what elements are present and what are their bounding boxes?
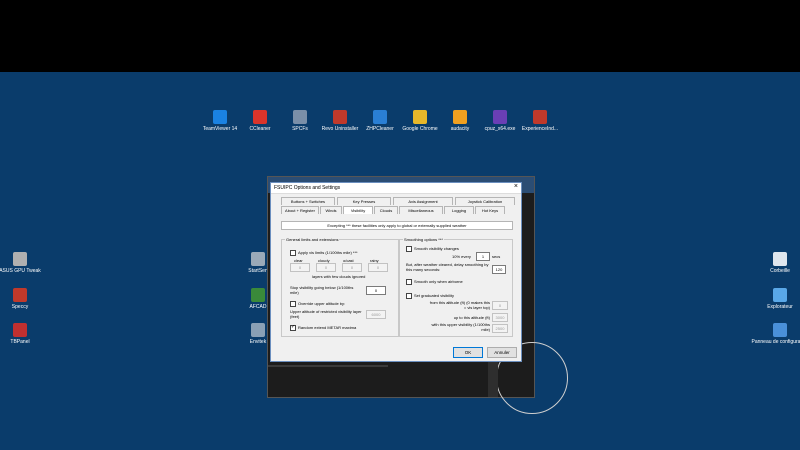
tab-joystick-calibration[interactable]: Joystick Calibration [455,197,515,205]
desktop-icon-left-1[interactable]: Speccy [0,288,50,310]
desktop-icon-label: ExperienceInd... [521,126,559,132]
upper-alt-label: Upper altitude of restricted visibility … [290,309,362,319]
desktop-icon-right-0[interactable]: Corbeille [750,252,800,274]
control-panel-icon [773,323,787,337]
desktop-icon-label: Corbeille [770,268,790,274]
from-alt-input[interactable]: 0 [492,301,508,310]
override-checkbox[interactable] [290,301,296,307]
tab-key-presses[interactable]: Key Presses [337,197,391,205]
smooth-changes-checkbox[interactable] [406,246,412,252]
chrome-icon [413,110,427,124]
teamviewer-icon [213,110,227,124]
general-limits-title: General limits and extensions [285,237,340,242]
delay-label: But, after weather cleared, delay smooth… [406,262,489,272]
graduated-checkbox[interactable] [406,293,412,299]
tab-hot-keys[interactable]: Hot Keys [475,206,505,214]
ccleaner-icon [253,110,267,124]
asus-gpu-icon [13,252,27,266]
stop-vis-input[interactable]: 0 [366,286,386,295]
audacity-icon [453,110,467,124]
dialog-title: FSUIPC Options and Settings [274,185,341,191]
desktop-icon-label: TBPanel [10,339,30,345]
random-metar-label: Random extend METAR maxima [298,325,357,330]
desktop-icon-left-0[interactable]: ASUS GPU Tweak [0,252,50,274]
tab-buttons-switches[interactable]: Buttons + Switches [281,197,335,205]
startsen-icon [251,252,265,266]
fsuipc-dialog: FSUIPC Options and Settings × Buttons + … [270,182,522,362]
up-to-label: up to this altitude (ft) [453,315,490,320]
from-alt-label: from this altitude (ft) (0 makes this = … [429,300,490,310]
tab-visibility[interactable]: Visibility [343,206,373,214]
tab-logging[interactable]: Logging [444,206,474,214]
delay-input[interactable]: 120 [492,265,506,274]
tbpanel-icon [13,323,27,337]
smooth-changes-label: Smooth visibility changes [414,246,459,251]
close-icon[interactable]: × [514,183,518,190]
tab-axis-assignment[interactable]: Axis Assignment [393,197,453,205]
envitek-icon [251,323,265,337]
weather-note: Excepting *** these facilities only appl… [281,221,513,230]
ok-button[interactable]: OK [453,347,483,358]
tab-winds[interactable]: Winds [320,206,342,214]
cpuz-icon [493,110,507,124]
upper-alt-input[interactable]: 6000 [366,310,386,319]
smoothing-title: Smoothing options *** [403,237,444,242]
override-label: Override upper altitude by: [298,301,346,306]
desktop-icon-label: Speccy [11,304,29,310]
secs-label: secs [492,254,501,259]
recycle-bin-icon [773,252,787,266]
dialog-titlebar: FSUIPC Options and Settings × [271,183,521,194]
apply-vis-checkbox[interactable] [290,250,296,256]
upper-vis-label: with this upper visibility (1/100ths mil… [431,322,490,332]
tab-about-register[interactable]: About + Register [281,206,319,214]
explorer-icon [773,288,787,302]
spcfs-icon [293,110,307,124]
speccy-icon [13,288,27,302]
tab-clouds[interactable]: Clouds [374,206,398,214]
tab-miscellaneous[interactable]: Miscellaneous [399,206,443,214]
afcad-icon [251,288,265,302]
vis-clear-input[interactable]: 0 [290,263,310,272]
general-limits-group: General limits and extensions Apply vis … [281,237,399,337]
random-metar-checkbox[interactable] [290,324,296,331]
desktop-icon-label: Explorateur [767,304,793,310]
zhpcleaner-icon [373,110,387,124]
vis-rainy-input[interactable]: 0 [368,263,388,272]
airborne-label: Smooth only when airborne [414,279,463,284]
cancel-button[interactable]: Annuler [487,347,517,358]
stop-vis-label: Stop visibility going below (1/100ths mi… [290,285,354,295]
every-label: 10% every [452,254,471,259]
every-input[interactable]: 1 [476,252,490,261]
desktop-icon-left-2[interactable]: TBPanel [0,323,50,345]
top-black-bar [0,0,800,72]
revo-icon [333,110,347,124]
desktop-icon-right-2[interactable]: Panneau de configuration [750,323,800,345]
upper-vis-input[interactable]: 2500 [492,324,508,333]
experience-icon [533,110,547,124]
desktop-icon-label: ASUS GPU Tweak [0,268,41,274]
desktop-icon-right-1[interactable]: Explorateur [750,288,800,310]
layers-note: layers with few clouds ignored [312,274,366,279]
vis-overcast-input[interactable]: 0 [342,263,362,272]
tab-row-front: About + Register Winds Visibility Clouds… [271,206,521,214]
tab-row-back: Buttons + Switches Key Presses Axis Assi… [271,197,521,205]
graduated-label: Set graduated visibility [414,293,455,298]
up-to-input[interactable]: 3000 [492,313,508,322]
vis-cloudy-input[interactable]: 0 [316,263,336,272]
apply-vis-label: Apply vis limits (1/100ths mile) *** [298,250,358,255]
airborne-checkbox[interactable] [406,279,412,285]
desktop-icon-label: Panneau de configuration [751,339,800,345]
smoothing-group: Smoothing options *** Smooth visibility … [399,237,513,337]
panel-line [268,365,388,367]
desktop-icon-top-8[interactable]: ExperienceInd... [510,110,570,132]
